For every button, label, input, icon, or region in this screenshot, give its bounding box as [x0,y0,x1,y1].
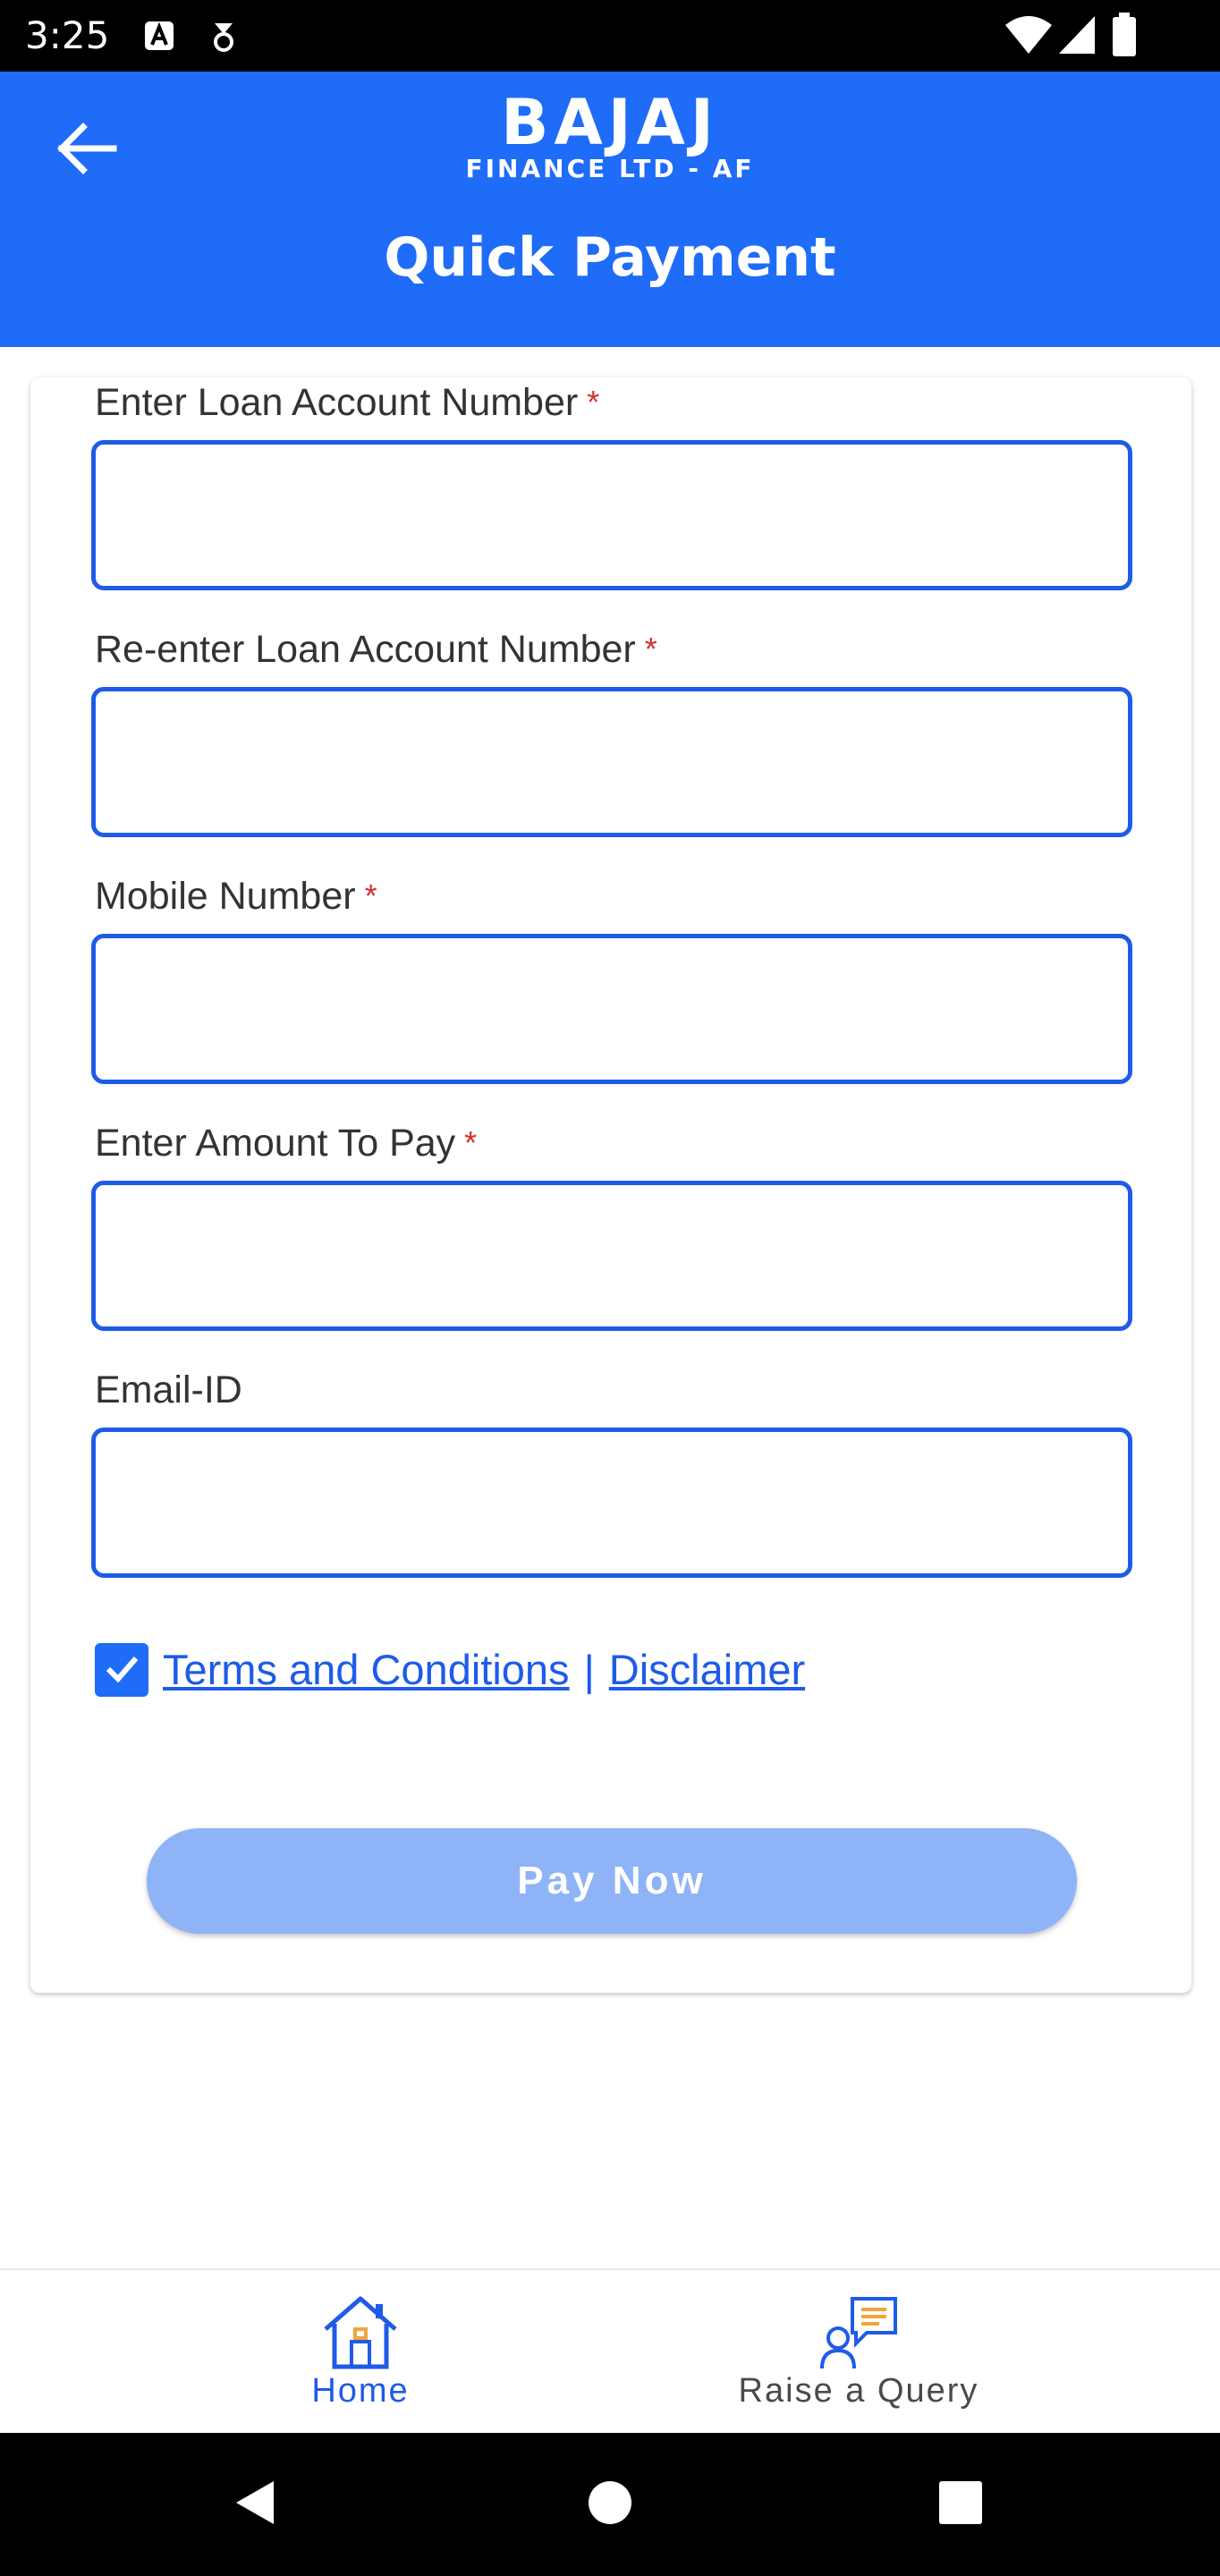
app-header: BAJAJ FINANCE LTD - AF Quick Payment [0,72,1220,347]
bajaj-finance-logo: BAJAJ FINANCE LTD - AF [0,91,1220,184]
amount-label-text: Enter Amount To Pay [95,1122,456,1165]
system-home-button[interactable] [574,2469,646,2540]
logo-sub-text: FINANCE LTD - AF [465,154,755,183]
back-triangle-icon [231,2478,277,2532]
mobile-number-input[interactable] [91,934,1132,1084]
reenter-loan-account-input[interactable] [91,687,1132,837]
mobile-number-label-text: Mobile Number [95,875,356,918]
email-label-text: Email-ID [95,1368,242,1411]
bottom-navigation: Home Raise a Query [0,2268,1220,2433]
notification-a-icon [143,20,175,56]
nav-label-raise-query: Raise a Query [738,2372,979,2410]
loan-account-label-text: Enter Loan Account Number [95,381,579,424]
query-icon [818,2293,899,2370]
nav-label-home: Home [311,2372,410,2410]
quick-payment-screen: 3:25 BAJAJ FINANCE LTD - AF Quick Paymen… [0,0,1220,2576]
status-time: 3:25 [25,13,110,57]
payment-form-card: Enter Loan Account Number * Re-enter Loan… [30,377,1191,1993]
page-title: Quick Payment [384,226,836,289]
loan-account-input[interactable] [91,440,1132,590]
terms-checkbox[interactable] [95,1643,148,1697]
email-input[interactable] [91,1428,1132,1578]
amount-input[interactable] [91,1181,1132,1331]
reenter-loan-account-label-text: Re-enter Loan Account Number [95,628,636,671]
reenter-loan-account-label: Re-enter Loan Account Number * [95,624,657,674]
required-marker: * [644,631,657,667]
wifi-icon [1004,14,1054,60]
email-label: Email-ID [95,1365,242,1415]
required-marker: * [587,384,600,420]
terms-row: Terms and Conditions | Disclaimer [95,1639,805,1701]
logo-main-text: BAJAJ [501,86,719,159]
mobile-number-label: Mobile Number * [95,871,377,921]
home-icon [320,2293,401,2370]
loan-account-label: Enter Loan Account Number * [95,377,599,428]
nav-item-raise-query[interactable]: Raise a Query [698,2270,1020,2435]
home-circle-icon [587,2479,633,2530]
status-bar: 3:25 [0,0,1220,72]
signal-icon [1057,14,1097,60]
recents-square-icon [937,2479,984,2530]
system-back-button[interactable] [218,2469,290,2540]
pay-now-button[interactable]: Pay Now [147,1828,1077,1934]
required-marker: * [364,877,377,914]
battery-icon [1111,13,1138,62]
usb-debug-icon [208,18,240,58]
link-separator: | [583,1646,595,1694]
system-navigation-bar [0,2433,1220,2576]
nav-item-home[interactable]: Home [253,2270,468,2435]
amount-label: Enter Amount To Pay * [95,1118,477,1168]
disclaimer-link[interactable]: Disclaimer [609,1643,805,1697]
terms-link[interactable]: Terms and Conditions [163,1643,570,1697]
system-recents-button[interactable] [925,2469,996,2540]
checkmark-icon [101,1648,142,1693]
required-marker: * [464,1124,478,1161]
